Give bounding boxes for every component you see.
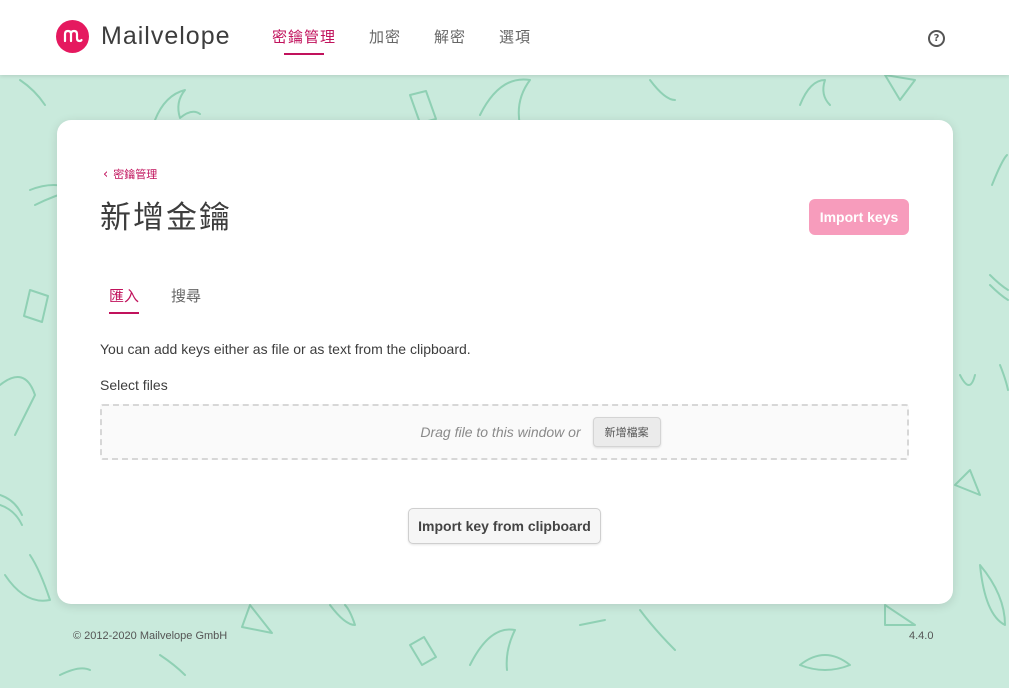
select-files-label: Select files <box>100 377 168 393</box>
mailvelope-logo-icon <box>56 20 89 53</box>
chevron-left-icon: ‹ <box>103 166 109 182</box>
tab-search[interactable]: 搜尋 <box>171 285 201 314</box>
add-key-card: ‹ 密鑰管理 新增金鑰 Import keys 匯入 搜尋 You can ad… <box>57 120 953 604</box>
dropzone-hint: Drag file to this window or <box>420 424 581 440</box>
nav-item-key-management[interactable]: 密鑰管理 <box>272 0 336 75</box>
top-navbar: Mailvelope 密鑰管理 加密 解密 選項 ? <box>0 0 1009 75</box>
tab-bar: 匯入 搜尋 <box>109 285 233 314</box>
nav-item-decrypt[interactable]: 解密 <box>434 0 466 75</box>
help-icon[interactable]: ? <box>928 30 945 47</box>
main-nav: 密鑰管理 加密 解密 選項 <box>272 0 564 75</box>
footer-copyright: © 2012-2020 Mailvelope GmbH <box>73 630 228 642</box>
brand-logo[interactable]: Mailvelope <box>56 20 231 53</box>
nav-item-options[interactable]: 選項 <box>499 0 531 75</box>
file-dropzone[interactable]: Drag file to this window or 新增檔案 <box>100 404 909 460</box>
brand-name: Mailvelope <box>101 22 231 50</box>
breadcrumb-label: 密鑰管理 <box>113 168 158 181</box>
import-from-clipboard-button[interactable]: Import key from clipboard <box>408 508 601 544</box>
info-text: You can add keys either as file or as te… <box>100 341 471 357</box>
import-keys-button[interactable]: Import keys <box>809 199 909 235</box>
breadcrumb[interactable]: ‹ 密鑰管理 <box>103 166 157 182</box>
add-file-button[interactable]: 新增檔案 <box>592 417 661 447</box>
footer-version: 4.4.0 <box>909 630 934 642</box>
tab-import[interactable]: 匯入 <box>109 285 140 314</box>
nav-item-encrypt[interactable]: 加密 <box>369 0 401 75</box>
page-title: 新增金鑰 <box>100 200 232 236</box>
